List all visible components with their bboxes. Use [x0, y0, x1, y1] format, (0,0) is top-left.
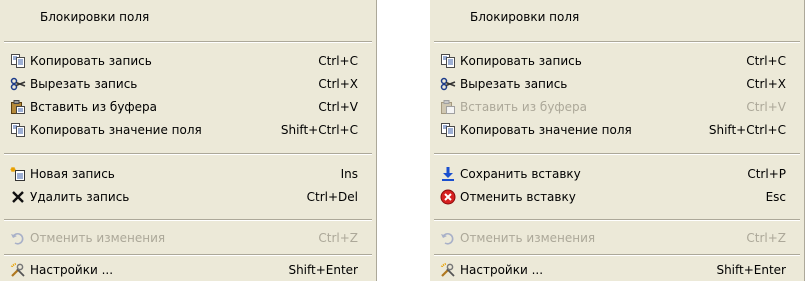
menu-item-cut-record[interactable]: Вырезать запись Ctrl+X	[0, 73, 376, 95]
menu-item-shortcut: Ctrl+X	[746, 77, 786, 91]
menu-item-paste[interactable]: Вставить из буфера Ctrl+V	[430, 96, 804, 118]
delete-icon	[10, 189, 26, 205]
menu-item-shortcut: Ctrl+V	[318, 100, 358, 114]
menu-header[interactable]: Блокировки поля	[0, 6, 376, 28]
menu-item-label: Вставить из буфера	[30, 100, 158, 114]
menu-item-copy-field-value[interactable]: Копировать значение поля Shift+Ctrl+C	[430, 119, 804, 141]
menu-item-label: Копировать значение поля	[30, 123, 202, 137]
menu-item-new-record[interactable]: Новая запись Ins	[0, 163, 376, 185]
menu-separator	[4, 219, 372, 221]
new-record-icon	[10, 166, 26, 182]
context-menu-right: Блокировки поля Копировать запись Ctrl+C…	[430, 0, 805, 281]
menu-item-copy-record[interactable]: Копировать запись Ctrl+C	[430, 50, 804, 72]
menu-item-label: Отменить вставку	[460, 190, 576, 204]
menu-item-cancel-insert[interactable]: Отменить вставку Esc	[430, 186, 804, 208]
menu-item-undo-changes[interactable]: Отменить изменения Ctrl+Z	[0, 227, 376, 249]
menu-header[interactable]: Блокировки поля	[430, 6, 804, 28]
menu-separator	[4, 254, 372, 256]
menu-item-save-insert[interactable]: Сохранить вставку Ctrl+P	[430, 163, 804, 185]
cancel-icon	[440, 189, 456, 205]
cut-icon	[10, 76, 26, 92]
menu-item-cut-record[interactable]: Вырезать запись Ctrl+X	[430, 73, 804, 95]
menu-item-label: Вырезать запись	[460, 77, 568, 91]
menu-item-shortcut: Ctrl+C	[318, 54, 358, 68]
menu-item-shortcut: Ctrl+P	[747, 167, 786, 181]
copy-icon	[10, 53, 26, 69]
menu-item-shortcut: Ctrl+V	[746, 100, 786, 114]
copy-icon	[10, 122, 26, 138]
menu-item-shortcut: Shift+Enter	[288, 263, 358, 277]
menu-item-label: Сохранить вставку	[460, 167, 581, 181]
menu-item-label: Вставить из буфера	[460, 100, 588, 114]
menu-item-shortcut: Ctrl+Z	[746, 231, 786, 245]
menu-item-paste[interactable]: Вставить из буфера Ctrl+V	[0, 96, 376, 118]
menu-item-label: Настройки ...	[460, 263, 544, 277]
menu-item-label: Копировать запись	[30, 54, 152, 68]
menu-item-shortcut: Ctrl+X	[318, 77, 358, 91]
menu-item-shortcut: Shift+Ctrl+C	[708, 123, 786, 137]
undo-icon	[440, 230, 456, 246]
menu-item-shortcut: Shift+Ctrl+C	[280, 123, 358, 137]
undo-icon	[10, 230, 26, 246]
menu-item-settings[interactable]: Настройки ... Shift+Enter	[0, 259, 376, 281]
menu-item-shortcut: Ctrl+C	[746, 54, 786, 68]
menu-header-label: Блокировки поля	[40, 10, 150, 24]
menu-separator	[434, 254, 800, 256]
menu-item-label: Удалить запись	[30, 190, 130, 204]
copy-icon	[440, 53, 456, 69]
menu-item-copy-record[interactable]: Копировать запись Ctrl+C	[0, 50, 376, 72]
menu-item-label: Вырезать запись	[30, 77, 138, 91]
settings-icon	[10, 262, 26, 278]
menu-item-delete-record[interactable]: Удалить запись Ctrl+Del	[0, 186, 376, 208]
menu-item-label: Настройки ...	[30, 263, 114, 277]
menu-item-label: Копировать запись	[460, 54, 582, 68]
paste-icon	[10, 99, 26, 115]
menu-item-shortcut: Ctrl+Z	[318, 231, 358, 245]
menu-separator	[4, 153, 372, 155]
menu-header-label: Блокировки поля	[470, 10, 580, 24]
menu-item-shortcut: Shift+Enter	[716, 263, 786, 277]
menu-item-shortcut: Esc	[765, 190, 786, 204]
menu-item-copy-field-value[interactable]: Копировать значение поля Shift+Ctrl+C	[0, 119, 376, 141]
settings-icon	[440, 262, 456, 278]
menu-item-shortcut: Ctrl+Del	[306, 190, 358, 204]
menu-separator	[4, 41, 372, 43]
cut-icon	[440, 76, 456, 92]
menu-item-label: Копировать значение поля	[460, 123, 632, 137]
paste-icon	[440, 99, 456, 115]
menu-separator	[434, 153, 800, 155]
menu-item-label: Отменить изменения	[30, 231, 166, 245]
menu-separator	[434, 219, 800, 221]
menu-item-settings[interactable]: Настройки ... Shift+Enter	[430, 259, 804, 281]
save-icon	[440, 166, 456, 182]
context-menu-left: Блокировки поля Копировать запись Ctrl+C…	[0, 0, 377, 281]
menu-item-label: Отменить изменения	[460, 231, 596, 245]
menu-separator	[434, 41, 800, 43]
menu-item-undo-changes[interactable]: Отменить изменения Ctrl+Z	[430, 227, 804, 249]
copy-icon	[440, 122, 456, 138]
menu-item-label: Новая запись	[30, 167, 115, 181]
menu-item-shortcut: Ins	[340, 167, 358, 181]
